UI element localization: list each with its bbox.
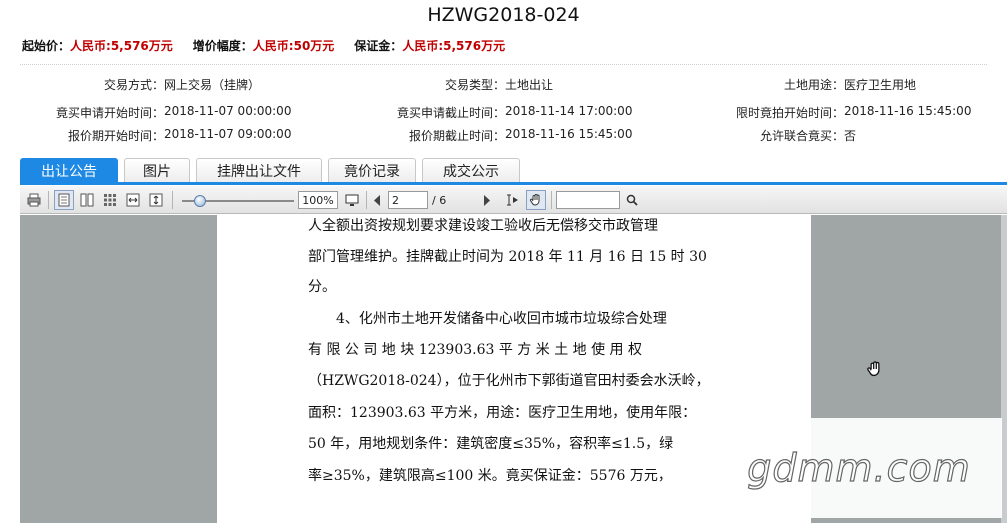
timed-bid-label: 限时竟拍开始时间：: [735, 106, 844, 120]
text-select-icon[interactable]: [502, 190, 522, 210]
document-line: 人全额出资按规划要求建设竣工验收后无偿移交市政管理: [308, 218, 658, 234]
prev-page-icon[interactable]: [370, 190, 384, 210]
toolbar-separator: [48, 191, 49, 209]
trade-type-value: 土地出让: [505, 78, 554, 92]
print-icon[interactable]: [24, 190, 44, 210]
document-line: 率≥35%，建筑限高≤100 米。竟买保证金：5576 万元，: [308, 468, 672, 484]
quote-end-label: 报价期截止时间：: [408, 129, 505, 143]
document-line: 有 限 公 司 地 块 123903.63 平 方 米 土 地 使 用 权: [308, 342, 643, 358]
quote-start-label: 报价期开始时间：: [67, 129, 164, 143]
tab-bid-records[interactable]: 竟价记录: [328, 158, 416, 183]
tab-announcement[interactable]: 出让公告: [20, 158, 118, 183]
page-number-input[interactable]: 2: [388, 191, 428, 209]
thumbnail-grid-icon[interactable]: [100, 190, 120, 210]
increment-label: 增价幅度：: [192, 39, 253, 53]
zoom-input[interactable]: 100%: [298, 191, 338, 209]
divider: [20, 64, 987, 65]
toolbar-separator: [172, 191, 173, 209]
deposit-value: 人民币:5,576万元: [402, 39, 506, 53]
single-page-icon[interactable]: [54, 190, 74, 210]
page-title: HZWG2018-024: [427, 4, 580, 26]
search-icon[interactable]: [624, 190, 640, 210]
trade-type-label: 交易类型：: [444, 78, 505, 92]
hand-tool-icon[interactable]: [526, 190, 546, 210]
document-line: 50 年，用地规划条件：建筑密度≤35%，容积率≤1.5，绿: [308, 436, 674, 452]
start-price-label: 起始价：: [22, 39, 71, 53]
document-line: 4、化州市土地开发储备中心收回市城市垃圾综合处理: [336, 311, 667, 327]
info-row: 报价期开始时间： 2018-11-07 09:00:00 报价期截止时间： 20…: [0, 127, 1007, 143]
fit-width-icon[interactable]: [123, 190, 143, 210]
timed-bid-value: 2018-11-16 15:45:00: [844, 104, 972, 118]
info-row: 竟买申请开始时间： 2018-11-07 00:00:00 竟买申请截止时间： …: [0, 104, 1007, 120]
tab-deal-publicity[interactable]: 成交公示: [422, 158, 520, 183]
document-line: 部门管理维护。挂牌截止时间为 2018 年 11 月 16 日 15 时 30: [308, 249, 707, 265]
document-line: （HZWG2018-024），位于化州市下郭街道官田村委会水沃岭，: [308, 373, 710, 389]
hand-cursor-icon: [866, 360, 884, 382]
watermark: gdmm.com: [716, 418, 1002, 518]
land-use-value: 医疗卫生用地: [844, 78, 917, 92]
next-page-icon[interactable]: [480, 190, 494, 210]
info-row: 交易方式： 网上交易（挂牌） 交易类型： 土地出让 土地用途： 医疗卫生用地: [0, 76, 1007, 92]
toolbar-separator: [366, 191, 367, 209]
apply-start-label: 竟买申请开始时间：: [55, 106, 164, 120]
trade-method-label: 交易方式：: [103, 78, 164, 92]
viewer-toolbar: 100% 2 / 6: [20, 186, 1007, 214]
fit-height-icon[interactable]: [146, 190, 166, 210]
joint-bid-label: 允许联合竟买：: [759, 129, 844, 143]
watermark-text: gdmm.com: [747, 445, 971, 490]
two-page-icon[interactable]: [77, 190, 97, 210]
document-line: 分。: [308, 279, 336, 295]
land-use-label: 土地用途：: [783, 78, 844, 92]
tab-bar: 出让公告 图片 挂牌出让文件 竟价记录 成交公示: [20, 158, 520, 183]
zoom-slider-handle[interactable]: [194, 195, 206, 207]
joint-bid-value: 否: [844, 129, 857, 143]
apply-end-label: 竟买申请截止时间：: [396, 106, 505, 120]
tab-underline: [20, 182, 1007, 185]
start-price-value: 人民币:5,576万元: [70, 39, 173, 53]
apply-start-value: 2018-11-07 00:00:00: [164, 104, 292, 118]
increment-value: 人民币:50万元: [252, 39, 335, 53]
search-input[interactable]: [556, 191, 620, 209]
tab-listing-documents[interactable]: 挂牌出让文件: [196, 158, 322, 183]
deposit-label: 保证金：: [354, 39, 403, 53]
monitor-icon[interactable]: [342, 190, 362, 210]
quote-start-value: 2018-11-07 09:00:00: [164, 127, 292, 141]
apply-end-value: 2018-11-14 17:00:00: [505, 104, 633, 118]
page-total: / 6: [432, 191, 446, 209]
document-line: 面积：123903.63 平方米，用途：医疗卫生用地，使用年限：: [308, 405, 697, 421]
quote-end-value: 2018-11-16 15:45:00: [505, 127, 633, 141]
page-total-label: / 6: [432, 193, 447, 207]
toolbar-separator: [551, 191, 552, 209]
price-summary: 起始价： 人民币:5,576万元 增价幅度： 人民币:50万元 保证金： 人民币…: [22, 37, 525, 54]
trade-method-value: 网上交易（挂牌）: [164, 78, 261, 92]
tab-pictures[interactable]: 图片: [124, 158, 190, 183]
